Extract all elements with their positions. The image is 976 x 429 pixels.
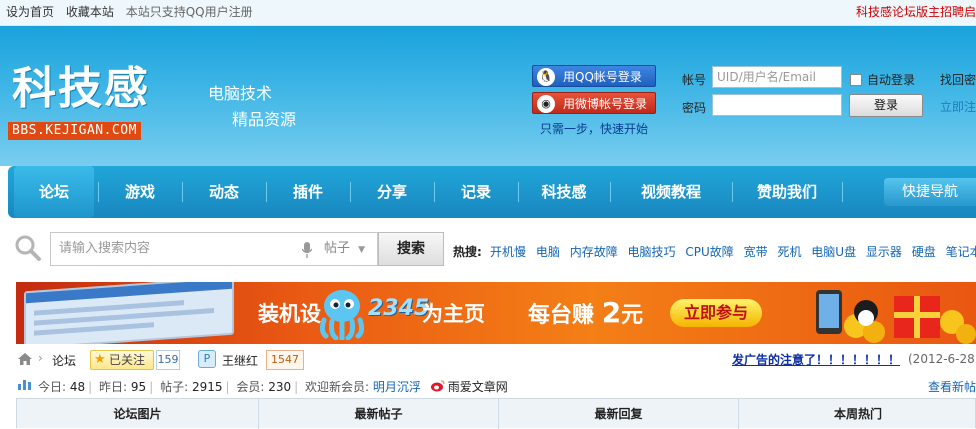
microphone-icon[interactable]	[302, 242, 312, 258]
hot-search-link[interactable]: 开机慢	[490, 245, 526, 259]
nav-item-kejigan[interactable]: 科技感	[518, 166, 610, 218]
hot-search-link[interactable]: 笔记本	[946, 245, 976, 259]
top-bar-left: 设为首页 收藏本站 本站只支持QQ用户注册	[6, 0, 253, 24]
search-scope-select[interactable]: 帖子 ▼	[318, 232, 378, 266]
hot-search-links: 开机慢 电脑 内存故障 电脑技巧 CPU故障 宽带 死机 电脑U盘 显示器 硬盘…	[490, 243, 976, 260]
tab-latest-replies[interactable]: 最新回复	[499, 399, 739, 429]
hot-search-label: 热搜:	[453, 245, 482, 259]
home-icon[interactable]	[18, 353, 32, 365]
search-button[interactable]: 搜索	[378, 232, 444, 266]
follow-button[interactable]: ★ 已关注	[90, 350, 154, 370]
slogan-line-1: 电脑技术	[208, 84, 273, 103]
banner-cta-button[interactable]: 立即参与	[670, 299, 762, 327]
hot-search-link[interactable]: 显示器	[866, 245, 902, 259]
moderator-name[interactable]: 王继红	[222, 352, 258, 369]
hot-search-link[interactable]: 死机	[777, 245, 801, 259]
announcement-link[interactable]: 发广告的注意了！！！！！！！	[732, 351, 900, 368]
new-member-link[interactable]: 明月沉浮	[373, 380, 421, 394]
hot-search-link[interactable]: 电脑技巧	[628, 245, 676, 259]
breadcrumb: › 论坛 ★ 已关注 159 P 王继红 1547 发广告的注意了！！！！！！！…	[16, 348, 976, 372]
moderator-icon: P	[198, 350, 216, 368]
bookmark-link[interactable]: 收藏本站	[66, 5, 114, 19]
recruit-link[interactable]: 科技感论坛版主招聘启	[856, 0, 976, 24]
today-count: 48	[69, 380, 86, 394]
chevron-down-icon: ▼	[358, 245, 366, 255]
hot-search-link[interactable]: 电脑	[536, 245, 560, 259]
weibo-icon	[430, 380, 445, 392]
banner-brand: 2345	[368, 296, 430, 321]
top-bar: 设为首页 收藏本站 本站只支持QQ用户注册 科技感论坛版主招聘启	[0, 0, 976, 26]
qq-login-label: 用QQ帐号登录	[563, 70, 642, 84]
qq-penguin-icon: 🐧	[537, 68, 555, 86]
nav-item-games[interactable]: 游戏	[98, 166, 182, 218]
search-scope-value: 帖子	[324, 241, 351, 256]
search-bar: 请输入搜索内容 帖子 ▼ 搜索 热搜: 开机慢 电脑 内存故障 电脑技巧 CPU…	[0, 220, 976, 276]
ad-banner[interactable]: 装机设 2345 为主页 每台赚 2元 立即参与	[16, 282, 976, 344]
hot-search-link[interactable]: 内存故障	[570, 245, 618, 259]
auto-login-checkbox[interactable]	[850, 74, 862, 86]
register-link[interactable]: 立即注	[940, 98, 976, 115]
account-label: 帐号	[682, 73, 707, 87]
hot-search-link[interactable]: 电脑U盘	[811, 245, 856, 259]
nav-item-forum[interactable]: 论坛	[14, 166, 94, 218]
slogan-line-2: 精品资源	[232, 110, 297, 129]
breadcrumb-forum[interactable]: 论坛	[52, 352, 76, 369]
chevron-right-icon: ›	[38, 351, 43, 365]
announcement-date: (2012-6-28)	[908, 352, 976, 366]
weibo-login-button[interactable]: ◉ 用微博帐号登录	[532, 92, 656, 114]
search-icon	[15, 235, 41, 261]
weibo-icon: ◉	[537, 95, 555, 113]
banner-text-3: 每台赚 2元	[528, 296, 644, 329]
octopus-mascot-icon	[319, 290, 365, 340]
bar-chart-icon	[18, 380, 31, 390]
nav-item-sponsor[interactable]: 赞助我们	[732, 166, 842, 218]
auto-login-label: 自动登录	[867, 73, 916, 87]
account-input[interactable]: UID/用户名/Email	[712, 66, 842, 88]
quick-nav-button[interactable]: 快捷导航	[884, 178, 976, 206]
login-button[interactable]: 登录	[849, 94, 923, 117]
banner-text-2: 为主页	[422, 302, 485, 326]
site-logo[interactable]: 科技感	[12, 64, 150, 114]
stats-text: 今日: 48 | 昨日: 95 | 帖子: 2915 | 会员: 230 | 欢迎新会员…	[38, 380, 508, 394]
nav-item-plugins[interactable]: 插件	[266, 166, 350, 218]
content-tabs: 论坛图片 最新帖子 最新回复 本周热门	[16, 398, 976, 429]
follow-count: 159	[156, 350, 180, 370]
site-header: 科技感 BBS.KEJIGAN.COM 电脑技术 精品资源 🐧 用QQ帐号登录 …	[0, 26, 976, 166]
hot-search-link[interactable]: 硬盘	[912, 245, 936, 259]
members-count: 230	[268, 380, 292, 394]
quick-start-link[interactable]: 只需一步，快速开始	[540, 120, 648, 137]
search-input[interactable]: 请输入搜索内容	[50, 232, 320, 266]
nav-item-video-tutorials[interactable]: 视频教程	[610, 166, 732, 218]
weibo-site-link[interactable]: 雨爱文章网	[448, 380, 508, 394]
view-new-posts-link[interactable]: 查看新帖	[928, 378, 976, 395]
site-logo-url: BBS.KEJIGAN.COM	[8, 122, 141, 140]
qq-login-button[interactable]: 🐧 用QQ帐号登录	[532, 65, 656, 87]
banner-text-1: 装机设	[258, 302, 321, 326]
follow-label: 已关注	[109, 353, 146, 367]
forum-stats: 今日: 48 | 昨日: 95 | 帖子: 2915 | 会员: 230 | 欢迎新会员…	[16, 374, 976, 396]
set-home-link[interactable]: 设为首页	[6, 5, 54, 19]
password-label: 密码	[682, 101, 707, 115]
nav-item-share[interactable]: 分享	[350, 166, 434, 218]
qq-only-notice: 本站只支持QQ用户注册	[125, 5, 253, 19]
posts-count: 2915	[191, 380, 223, 394]
hot-search-link[interactable]: CPU故障	[685, 245, 733, 259]
moderator-count: 1547	[266, 350, 304, 370]
tab-forum-images[interactable]: 论坛图片	[17, 399, 259, 429]
nav-item-records[interactable]: 记录	[434, 166, 518, 218]
weibo-login-label: 用微博帐号登录	[563, 97, 648, 111]
star-icon: ★	[94, 352, 106, 367]
nav-item-activity[interactable]: 动态	[182, 166, 266, 218]
main-nav: 论坛 游戏 动态 插件 分享 记录 科技感 视频教程 赞助我们 快捷导航	[8, 166, 976, 218]
find-password-link[interactable]: 找回密	[940, 71, 976, 88]
gift-coins-image	[816, 290, 976, 344]
nav-divider	[842, 182, 843, 202]
password-input[interactable]	[712, 94, 842, 116]
tab-latest-posts[interactable]: 最新帖子	[259, 399, 499, 429]
hot-search-link[interactable]: 宽带	[744, 245, 768, 259]
tab-weekly-hot[interactable]: 本周热门	[739, 399, 976, 429]
browser-screenshot-image	[24, 282, 234, 344]
yesterday-count: 95	[130, 380, 147, 394]
